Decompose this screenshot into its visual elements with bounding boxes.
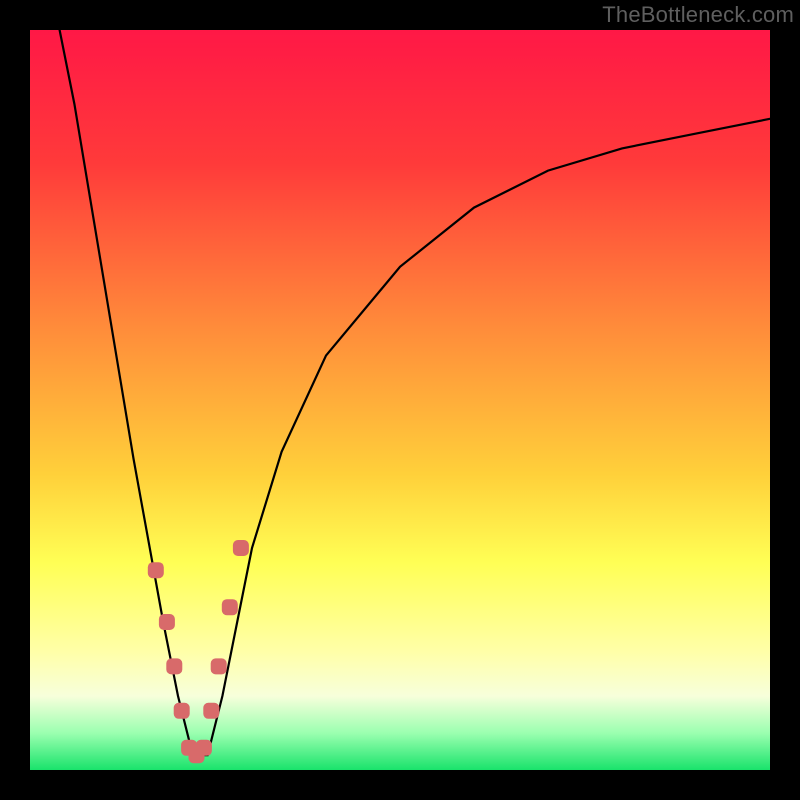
chart-frame: TheBottleneck.com <box>0 0 800 800</box>
curve-layer <box>30 30 770 770</box>
marker-point <box>196 740 212 756</box>
marker-point <box>211 658 227 674</box>
marker-point <box>148 562 164 578</box>
plot-area <box>30 30 770 770</box>
watermark-text: TheBottleneck.com <box>602 2 794 28</box>
marker-point <box>159 614 175 630</box>
sample-markers <box>148 540 249 763</box>
marker-point <box>233 540 249 556</box>
marker-point <box>174 703 190 719</box>
bottleneck-curve <box>60 30 770 755</box>
marker-point <box>203 703 219 719</box>
marker-point <box>222 599 238 615</box>
marker-point <box>166 658 182 674</box>
